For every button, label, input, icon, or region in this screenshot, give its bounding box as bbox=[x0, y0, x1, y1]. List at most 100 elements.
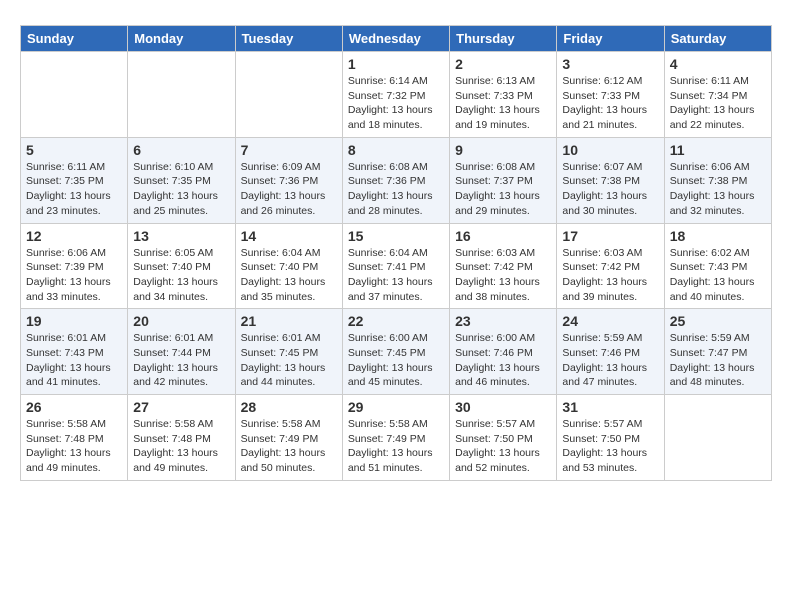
weekday-header-sunday: Sunday bbox=[21, 26, 128, 52]
day-info: Sunrise: 5:58 AMSunset: 7:49 PMDaylight:… bbox=[241, 417, 337, 476]
day-number: 29 bbox=[348, 399, 444, 415]
weekday-header-tuesday: Tuesday bbox=[235, 26, 342, 52]
day-cell: 12 Sunrise: 6:06 AMSunset: 7:39 PMDayligh… bbox=[21, 223, 128, 309]
day-info: Sunrise: 6:11 AMSunset: 7:34 PMDaylight:… bbox=[670, 74, 766, 133]
day-info: Sunrise: 6:14 AMSunset: 7:32 PMDaylight:… bbox=[348, 74, 444, 133]
day-cell: 31 Sunrise: 5:57 AMSunset: 7:50 PMDayligh… bbox=[557, 395, 664, 481]
day-cell: 1 Sunrise: 6:14 AMSunset: 7:32 PMDaylight… bbox=[342, 52, 449, 138]
day-info: Sunrise: 6:02 AMSunset: 7:43 PMDaylight:… bbox=[670, 246, 766, 305]
day-info: Sunrise: 6:00 AMSunset: 7:45 PMDaylight:… bbox=[348, 331, 444, 390]
day-info: Sunrise: 6:06 AMSunset: 7:39 PMDaylight:… bbox=[26, 246, 122, 305]
day-info: Sunrise: 6:04 AMSunset: 7:40 PMDaylight:… bbox=[241, 246, 337, 305]
day-cell: 3 Sunrise: 6:12 AMSunset: 7:33 PMDaylight… bbox=[557, 52, 664, 138]
day-cell: 30Sunrise: 5:57 AMSunset: 7:50 PMDayligh… bbox=[450, 395, 557, 481]
day-cell bbox=[664, 395, 771, 481]
day-number: 27 bbox=[133, 399, 229, 415]
day-number: 5 bbox=[26, 142, 122, 158]
day-number: 8 bbox=[348, 142, 444, 158]
day-cell: 29 Sunrise: 5:58 AMSunset: 7:49 PMDayligh… bbox=[342, 395, 449, 481]
day-cell: 16Sunrise: 6:03 AMSunset: 7:42 PMDayligh… bbox=[450, 223, 557, 309]
day-cell: 9 Sunrise: 6:08 AMSunset: 7:37 PMDaylight… bbox=[450, 137, 557, 223]
day-number: 2 bbox=[455, 56, 551, 72]
day-number: 15 bbox=[348, 228, 444, 244]
day-cell: 13 Sunrise: 6:05 AMSunset: 7:40 PMDayligh… bbox=[128, 223, 235, 309]
day-info: Sunrise: 5:59 AMSunset: 7:47 PMDaylight:… bbox=[670, 331, 766, 390]
day-number: 22 bbox=[348, 313, 444, 329]
day-cell: 23Sunrise: 6:00 AMSunset: 7:46 PMDayligh… bbox=[450, 309, 557, 395]
day-number: 4 bbox=[670, 56, 766, 72]
day-info: Sunrise: 5:58 AMSunset: 7:48 PMDaylight:… bbox=[133, 417, 229, 476]
week-row-1: 1 Sunrise: 6:14 AMSunset: 7:32 PMDaylight… bbox=[21, 52, 772, 138]
day-info: Sunrise: 5:58 AMSunset: 7:49 PMDaylight:… bbox=[348, 417, 444, 476]
day-cell: 20Sunrise: 6:01 AMSunset: 7:44 PMDayligh… bbox=[128, 309, 235, 395]
week-row-4: 19 Sunrise: 6:01 AMSunset: 7:43 PMDayligh… bbox=[21, 309, 772, 395]
day-number: 9 bbox=[455, 142, 551, 158]
week-row-2: 5 Sunrise: 6:11 AMSunset: 7:35 PMDaylight… bbox=[21, 137, 772, 223]
day-number: 14 bbox=[241, 228, 337, 244]
day-number: 26 bbox=[26, 399, 122, 415]
day-cell: 6 Sunrise: 6:10 AMSunset: 7:35 PMDaylight… bbox=[128, 137, 235, 223]
day-cell bbox=[128, 52, 235, 138]
weekday-header-row: SundayMondayTuesdayWednesdayThursdayFrid… bbox=[21, 26, 772, 52]
day-cell: 28 Sunrise: 5:58 AMSunset: 7:49 PMDayligh… bbox=[235, 395, 342, 481]
day-cell: 22 Sunrise: 6:00 AMSunset: 7:45 PMDayligh… bbox=[342, 309, 449, 395]
day-number: 31 bbox=[562, 399, 658, 415]
day-info: Sunrise: 6:12 AMSunset: 7:33 PMDaylight:… bbox=[562, 74, 658, 133]
day-info: Sunrise: 6:05 AMSunset: 7:40 PMDaylight:… bbox=[133, 246, 229, 305]
week-row-5: 26 Sunrise: 5:58 AMSunset: 7:48 PMDayligh… bbox=[21, 395, 772, 481]
day-info: Sunrise: 6:08 AMSunset: 7:37 PMDaylight:… bbox=[455, 160, 551, 219]
day-number: 23 bbox=[455, 313, 551, 329]
day-cell: 2 Sunrise: 6:13 AMSunset: 7:33 PMDaylight… bbox=[450, 52, 557, 138]
day-cell: 10Sunrise: 6:07 AMSunset: 7:38 PMDayligh… bbox=[557, 137, 664, 223]
day-info: Sunrise: 6:11 AMSunset: 7:35 PMDaylight:… bbox=[26, 160, 122, 219]
day-cell bbox=[21, 52, 128, 138]
day-cell: 24Sunrise: 5:59 AMSunset: 7:46 PMDayligh… bbox=[557, 309, 664, 395]
day-cell: 8 Sunrise: 6:08 AMSunset: 7:36 PMDaylight… bbox=[342, 137, 449, 223]
day-number: 13 bbox=[133, 228, 229, 244]
day-number: 20 bbox=[133, 313, 229, 329]
day-cell: 19 Sunrise: 6:01 AMSunset: 7:43 PMDayligh… bbox=[21, 309, 128, 395]
day-info: Sunrise: 6:06 AMSunset: 7:38 PMDaylight:… bbox=[670, 160, 766, 219]
calendar-table: SundayMondayTuesdayWednesdayThursdayFrid… bbox=[20, 25, 772, 481]
day-cell: 5 Sunrise: 6:11 AMSunset: 7:35 PMDaylight… bbox=[21, 137, 128, 223]
day-info: Sunrise: 5:57 AMSunset: 7:50 PMDaylight:… bbox=[455, 417, 551, 476]
day-info: Sunrise: 6:13 AMSunset: 7:33 PMDaylight:… bbox=[455, 74, 551, 133]
calendar-page: General Blue SundayMondayTuesdayWednesda… bbox=[0, 0, 792, 496]
day-number: 3 bbox=[562, 56, 658, 72]
day-info: Sunrise: 6:09 AMSunset: 7:36 PMDaylight:… bbox=[241, 160, 337, 219]
day-info: Sunrise: 5:58 AMSunset: 7:48 PMDaylight:… bbox=[26, 417, 122, 476]
day-cell: 18 Sunrise: 6:02 AMSunset: 7:43 PMDayligh… bbox=[664, 223, 771, 309]
day-number: 11 bbox=[670, 142, 766, 158]
day-number: 25 bbox=[670, 313, 766, 329]
day-info: Sunrise: 6:01 AMSunset: 7:43 PMDaylight:… bbox=[26, 331, 122, 390]
day-number: 19 bbox=[26, 313, 122, 329]
day-number: 1 bbox=[348, 56, 444, 72]
day-number: 16 bbox=[455, 228, 551, 244]
weekday-header-thursday: Thursday bbox=[450, 26, 557, 52]
weekday-header-friday: Friday bbox=[557, 26, 664, 52]
day-cell: 17Sunrise: 6:03 AMSunset: 7:42 PMDayligh… bbox=[557, 223, 664, 309]
day-number: 28 bbox=[241, 399, 337, 415]
day-info: Sunrise: 6:10 AMSunset: 7:35 PMDaylight:… bbox=[133, 160, 229, 219]
day-number: 10 bbox=[562, 142, 658, 158]
day-number: 18 bbox=[670, 228, 766, 244]
day-cell bbox=[235, 52, 342, 138]
day-number: 17 bbox=[562, 228, 658, 244]
day-cell: 14 Sunrise: 6:04 AMSunset: 7:40 PMDayligh… bbox=[235, 223, 342, 309]
day-info: Sunrise: 6:04 AMSunset: 7:41 PMDaylight:… bbox=[348, 246, 444, 305]
day-number: 21 bbox=[241, 313, 337, 329]
day-cell: 25 Sunrise: 5:59 AMSunset: 7:47 PMDayligh… bbox=[664, 309, 771, 395]
week-row-3: 12 Sunrise: 6:06 AMSunset: 7:39 PMDayligh… bbox=[21, 223, 772, 309]
day-number: 6 bbox=[133, 142, 229, 158]
day-number: 7 bbox=[241, 142, 337, 158]
weekday-header-wednesday: Wednesday bbox=[342, 26, 449, 52]
weekday-header-monday: Monday bbox=[128, 26, 235, 52]
day-info: Sunrise: 6:08 AMSunset: 7:36 PMDaylight:… bbox=[348, 160, 444, 219]
day-cell: 21 Sunrise: 6:01 AMSunset: 7:45 PMDayligh… bbox=[235, 309, 342, 395]
day-info: Sunrise: 5:57 AMSunset: 7:50 PMDaylight:… bbox=[562, 417, 658, 476]
day-number: 12 bbox=[26, 228, 122, 244]
day-cell: 27 Sunrise: 5:58 AMSunset: 7:48 PMDayligh… bbox=[128, 395, 235, 481]
day-cell: 11 Sunrise: 6:06 AMSunset: 7:38 PMDayligh… bbox=[664, 137, 771, 223]
day-info: Sunrise: 6:01 AMSunset: 7:45 PMDaylight:… bbox=[241, 331, 337, 390]
day-cell: 4 Sunrise: 6:11 AMSunset: 7:34 PMDaylight… bbox=[664, 52, 771, 138]
